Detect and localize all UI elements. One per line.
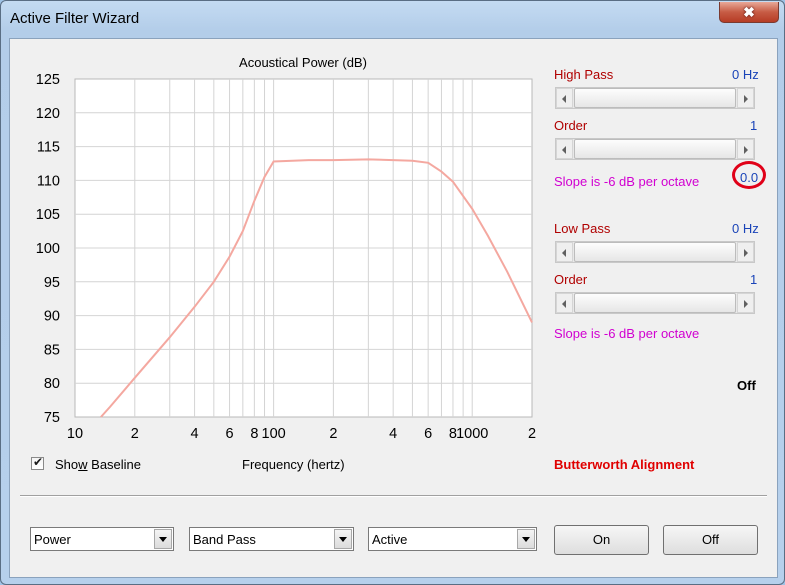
y-tick-label: 110 [37, 173, 60, 189]
low-pass-right-arrow[interactable] [737, 242, 754, 262]
chevron-down-icon [159, 537, 167, 542]
low-pass-order-value: 1 [750, 272, 758, 287]
divider [20, 495, 767, 497]
close-icon: ✖ [743, 4, 755, 20]
y-tick-label: 75 [44, 410, 60, 426]
low-pass-order-slider-thumb[interactable] [574, 293, 736, 313]
x-tick-label: 8 [250, 426, 258, 442]
filter-type-value: Band Pass [193, 532, 256, 547]
arrow-left-icon [562, 95, 566, 103]
y-tick-label: 105 [36, 207, 60, 223]
low-pass-order-right-arrow[interactable] [737, 293, 754, 313]
alignment-label: Butterworth Alignment [554, 457, 695, 472]
y-tick-label: 125 [36, 72, 60, 88]
low-pass-slider-thumb[interactable] [574, 242, 736, 262]
chevron-down-icon [339, 537, 347, 542]
high-pass-slider-thumb[interactable] [574, 88, 736, 108]
window-title: Active Filter Wizard [10, 10, 140, 27]
arrow-left-icon [562, 249, 566, 257]
x-tick-label: 6 [424, 426, 432, 442]
dropdown-button[interactable] [334, 529, 352, 549]
y-tick-label: 115 [37, 140, 60, 156]
high-pass-order-slider-thumb[interactable] [574, 139, 736, 159]
high-pass-order-label: Order [554, 118, 588, 133]
highlight-circle-annotation [732, 161, 766, 189]
title-bar[interactable]: Active Filter Wizard ✖ [1, 1, 784, 34]
x-tick-label: 4 [389, 426, 397, 442]
arrow-right-icon [744, 95, 748, 103]
filter-type-select[interactable]: Band Pass [189, 527, 354, 551]
low-pass-left-arrow[interactable] [556, 242, 573, 262]
off-button[interactable]: Off [663, 525, 758, 555]
arrow-left-icon [562, 300, 566, 308]
x-tick-label: 10 [67, 426, 83, 442]
x-tick-label: 2 [329, 426, 337, 442]
dropdown-button[interactable] [154, 529, 172, 549]
checkmark-icon: ✔ [33, 455, 44, 469]
high-pass-order-slider[interactable] [555, 138, 755, 160]
filter-mode-value: Active [372, 532, 408, 547]
arrow-left-icon [562, 146, 566, 154]
high-pass-order-value: 1 [750, 118, 758, 133]
high-pass-right-arrow[interactable] [737, 88, 754, 108]
arrow-right-icon [744, 146, 748, 154]
acoustical-power-chart: 1251201151101051009590858075 10 2 4 6 8 100 2 4… [36, 72, 536, 442]
dialog-client-area: Acoustical Power (dB) 125 120 115 110 105 100… [9, 38, 778, 578]
chevron-down-icon [522, 537, 530, 542]
high-pass-order-left-arrow[interactable] [556, 139, 573, 159]
high-pass-slope-text: Slope is -6 dB per octave [554, 174, 700, 189]
arrow-right-icon [744, 300, 748, 308]
show-baseline-label[interactable]: Show Baseline [55, 457, 141, 472]
y-axis-ticks: 125 120 115 110 105 100 95 90 85 80 75 [36, 72, 60, 426]
response-type-select[interactable]: Power [30, 527, 174, 551]
low-pass-slope-text: Slope is -6 dB per octave [554, 326, 700, 341]
x-tick-label: 4 [191, 426, 199, 442]
low-pass-order-left-arrow[interactable] [556, 293, 573, 313]
high-pass-order-right-arrow[interactable] [737, 139, 754, 159]
high-pass-left-arrow[interactable] [556, 88, 573, 108]
x-tick-label: 2 [131, 426, 139, 442]
high-pass-slider[interactable] [555, 87, 755, 109]
y-tick-label: 80 [44, 376, 60, 392]
high-pass-value: 0 Hz [732, 67, 759, 82]
show-baseline-checkbox[interactable]: ✔ [31, 455, 44, 470]
close-button[interactable]: ✖ [719, 2, 779, 23]
y-tick-label: 85 [44, 342, 60, 358]
arrow-right-icon [744, 249, 748, 257]
x-tick-label: 1000 [456, 426, 488, 442]
x-tick-label: 6 [226, 426, 234, 442]
x-axis-ticks: 10 2 4 6 8 100 2 4 6 8 1000 2 [67, 426, 536, 442]
x-axis-label: Frequency (hertz) [242, 457, 345, 472]
x-tick-label: 100 [262, 426, 286, 442]
low-pass-order-slider[interactable] [555, 292, 755, 314]
low-pass-order-label: Order [554, 272, 588, 287]
response-type-value: Power [34, 532, 71, 547]
filter-mode-select[interactable]: Active [368, 527, 537, 551]
high-pass-label: High Pass [554, 67, 614, 82]
low-pass-label: Low Pass [554, 221, 611, 236]
y-tick-label: 90 [44, 309, 60, 325]
active-filter-wizard-window: Active Filter Wizard ✖ Acoustical Power … [0, 0, 785, 585]
y-tick-label: 95 [44, 275, 60, 291]
low-pass-slider[interactable] [555, 241, 755, 263]
y-tick-label: 100 [36, 241, 60, 257]
on-button[interactable]: On [554, 525, 649, 555]
x-tick-label: 2 [528, 426, 536, 442]
low-pass-value: 0 Hz [732, 221, 759, 236]
filter-status: Off [737, 378, 756, 393]
y-tick-label: 120 [36, 106, 60, 122]
dropdown-button[interactable] [517, 529, 535, 549]
